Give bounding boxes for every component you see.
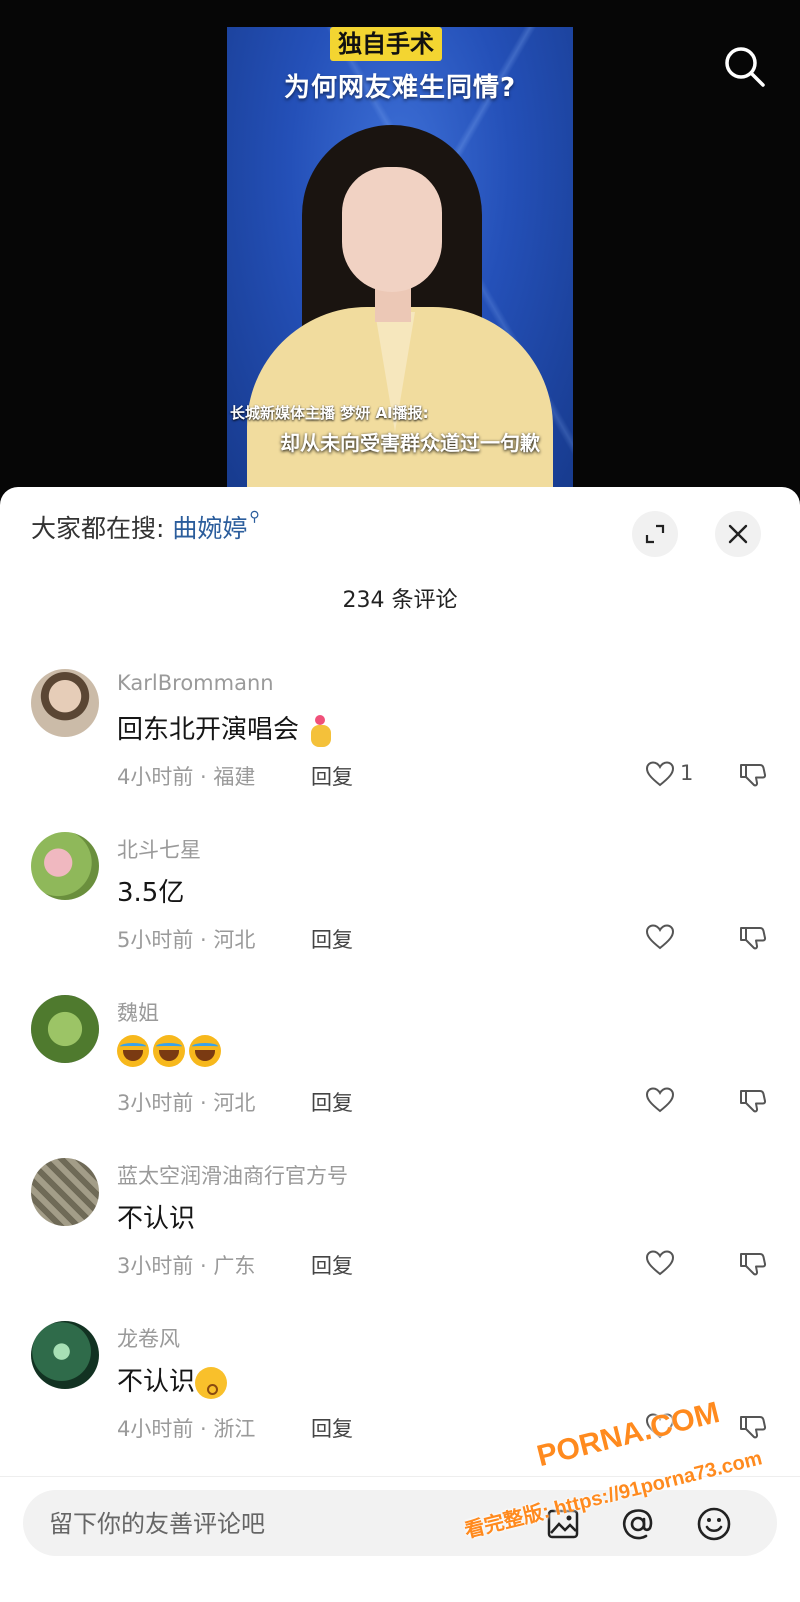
- comment-text-body: 不认识: [117, 1367, 196, 1397]
- video-frame[interactable]: 独自手术 为何网友难生同情? 长城新媒体主播 梦妍 AI播报: 却从未向受害群众…: [227, 27, 573, 500]
- close-button[interactable]: [715, 511, 761, 557]
- comment-item: 龙卷风 不认识 4小时前 · 浙江 回复: [0, 1321, 800, 1471]
- at-sign-icon: [622, 1509, 653, 1540]
- video-headline: 为何网友难生同情?: [283, 73, 517, 103]
- kissing-emoji-icon: [195, 1366, 228, 1399]
- avatar[interactable]: [31, 1321, 99, 1389]
- comment-item: 蓝太空润滑油商行官方号 不认识 3小时前 · 广东 回复: [0, 1158, 800, 1308]
- comment-input[interactable]: [47, 1490, 531, 1558]
- expand-icon: [645, 524, 665, 544]
- emoji-picker-button[interactable]: [696, 1506, 732, 1542]
- video-caption-source: 长城新媒体主播 梦妍 AI播报:: [230, 404, 429, 422]
- dislike-button[interactable]: [737, 1247, 769, 1279]
- like-button[interactable]: [644, 758, 676, 790]
- dislike-button[interactable]: [737, 921, 769, 953]
- video-player[interactable]: 独自手术 为何网友难生同情? 长城新媒体主播 梦妍 AI播报: 却从未向受害群众…: [0, 0, 800, 500]
- reply-button[interactable]: 回复: [311, 924, 353, 954]
- small-search-icon: ⚲: [249, 509, 260, 525]
- avatar[interactable]: [31, 1158, 99, 1226]
- video-tag: 独自手术: [330, 27, 442, 61]
- comment-text: 不认识: [117, 1204, 196, 1234]
- comment-text: 3.5亿: [117, 878, 185, 908]
- like-count: 1: [680, 761, 694, 785]
- comment-username[interactable]: 魏姐: [117, 997, 159, 1027]
- thumbs-down-icon: [740, 1416, 767, 1439]
- comment-meta: 4小时前 · 福建: [117, 765, 256, 789]
- comment-username[interactable]: 蓝太空润滑油商行官方号: [117, 1160, 348, 1190]
- comment-username[interactable]: KarlBrommann: [117, 671, 274, 695]
- comment-item: 魏姐 3小时前 · 河北 回复: [0, 995, 800, 1145]
- thumbs-down-icon: [740, 1090, 767, 1113]
- like-button[interactable]: [644, 921, 676, 953]
- smiley-icon: [697, 1507, 731, 1541]
- news-anchor-face: [342, 167, 442, 292]
- close-icon: [728, 524, 748, 544]
- dislike-button[interactable]: [737, 758, 769, 790]
- reply-button[interactable]: 回复: [311, 1087, 353, 1117]
- comment-meta: 3小时前 · 广东: [117, 1254, 256, 1278]
- avatar[interactable]: [31, 832, 99, 900]
- heart-hand-emoji-icon: [307, 714, 333, 747]
- dislike-button[interactable]: [737, 1084, 769, 1116]
- comment-text-body: 回东北开演唱会: [117, 715, 300, 745]
- like-button[interactable]: [644, 1084, 676, 1116]
- comment-item: 北斗七星 3.5亿 5小时前 · 河北 回复: [0, 832, 800, 982]
- comment-text: [117, 1035, 225, 1067]
- thumbs-down-icon: [740, 1253, 767, 1276]
- comment-username[interactable]: 北斗七星: [117, 834, 201, 864]
- laughing-crying-emoji-icon: [189, 1035, 221, 1067]
- thumbs-down-icon: [740, 927, 767, 950]
- comment-meta: 4小时前 · 浙江: [117, 1417, 256, 1441]
- like-button[interactable]: [644, 1247, 676, 1279]
- reply-button[interactable]: 回复: [311, 1250, 353, 1280]
- hot-search-prefix: 大家都在搜:: [31, 514, 165, 543]
- reply-button[interactable]: 回复: [311, 761, 353, 791]
- dislike-button[interactable]: [737, 1410, 769, 1442]
- heart-icon: [645, 761, 675, 787]
- expand-button[interactable]: [632, 511, 678, 557]
- hot-search: 大家都在搜: 曲婉婷 ⚲: [31, 509, 260, 545]
- thumbs-down-icon: [740, 764, 767, 787]
- comment-username[interactable]: 龙卷风: [117, 1323, 180, 1353]
- comment-meta: 3小时前 · 河北: [117, 1091, 256, 1115]
- comment-item: KarlBrommann 回东北开演唱会 4小时前 · 福建 回复 1: [0, 669, 800, 819]
- heart-icon: [645, 1087, 675, 1113]
- search-button[interactable]: [722, 44, 768, 90]
- mention-button[interactable]: [620, 1506, 656, 1542]
- laughing-crying-emoji-icon: [117, 1035, 149, 1067]
- reply-button[interactable]: 回复: [311, 1413, 353, 1443]
- avatar[interactable]: [31, 995, 99, 1063]
- comment-text: 回东北开演唱会: [117, 709, 337, 747]
- comment-input-box[interactable]: [23, 1490, 777, 1558]
- video-subtitle: 却从未向受害群众道过一句歉: [280, 431, 540, 455]
- heart-icon: [645, 924, 675, 950]
- avatar[interactable]: [31, 669, 99, 737]
- hot-search-keyword-link[interactable]: 曲婉婷: [172, 514, 247, 543]
- comment-meta: 5小时前 · 河北: [117, 928, 256, 952]
- search-icon: [725, 47, 765, 87]
- comment-input-bar: [0, 1476, 800, 1602]
- comment-text: 不认识: [117, 1361, 231, 1399]
- laughing-crying-emoji-icon: [153, 1035, 185, 1067]
- heart-icon: [645, 1250, 675, 1276]
- comment-count: 234 条评论: [342, 588, 458, 613]
